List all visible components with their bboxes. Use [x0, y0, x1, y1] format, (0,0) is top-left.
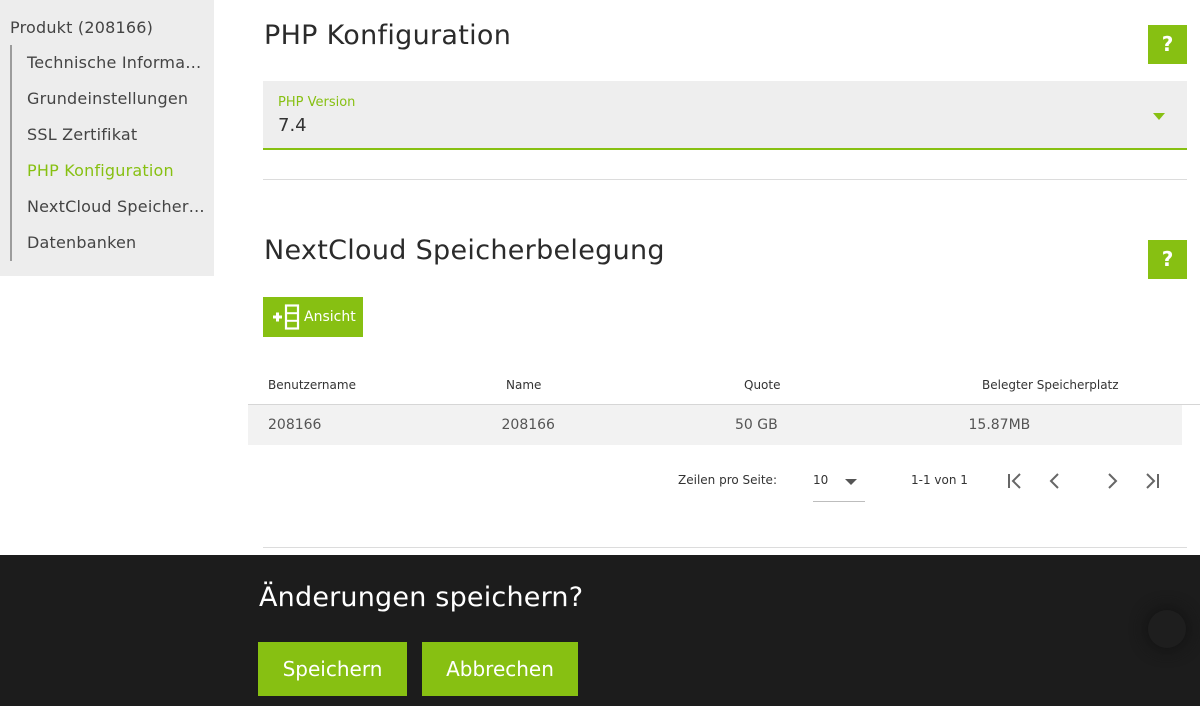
php-version-select[interactable]: PHP Version 7.4 — [263, 81, 1187, 150]
last-page-icon — [1146, 473, 1159, 489]
php-section-title: PHP Konfiguration — [264, 20, 512, 51]
view-button-label: Ansicht — [304, 309, 356, 325]
save-changes-title: Änderungen speichern? — [259, 582, 584, 613]
first-page-icon — [1008, 473, 1021, 489]
cell-benutzername: 208166 — [268, 417, 322, 433]
storage-table: Benutzername Name Quote Belegter Speiche… — [248, 365, 1200, 445]
column-header-belegter-speicherplatz[interactable]: Belegter Speicherplatz — [962, 378, 1200, 392]
last-page-button[interactable] — [1139, 469, 1163, 493]
sidebar-item-grundeinstellungen[interactable]: Grundeinstellungen — [12, 81, 206, 117]
chevron-left-icon — [1049, 473, 1059, 489]
cell-quote: 50 GB — [735, 417, 778, 433]
cell-belegter-speicherplatz: 15.87MB — [968, 417, 1031, 433]
column-header-quote[interactable]: Quote — [724, 378, 962, 392]
add-columns-icon — [273, 304, 301, 330]
nextcloud-section-title: NextCloud Speicherbelegung — [264, 235, 665, 266]
view-columns-button[interactable]: Ansicht — [263, 297, 363, 337]
sidebar-nav-list: Technische Informationen Grundeinstellun… — [10, 45, 206, 261]
sidebar: Produkt (208166) Technische Informatione… — [0, 0, 214, 276]
column-header-name[interactable]: Name — [486, 378, 724, 392]
section-divider — [263, 547, 1187, 548]
sidebar-item-technische-informationen[interactable]: Technische Informationen — [12, 45, 206, 81]
table-header: Benutzername Name Quote Belegter Speiche… — [248, 365, 1200, 405]
caret-down-icon — [1153, 113, 1165, 120]
sidebar-item-nextcloud-speicherbelegung[interactable]: NextCloud Speicherbelegung — [12, 189, 206, 225]
chevron-right-icon — [1108, 473, 1118, 489]
next-page-button[interactable] — [1100, 469, 1124, 493]
table-row[interactable]: 208166 208166 50 GB 15.87MB — [248, 405, 1182, 445]
first-page-button[interactable] — [1004, 469, 1028, 493]
section-divider — [263, 179, 1187, 180]
php-version-value: 7.4 — [278, 115, 307, 136]
php-version-label: PHP Version — [278, 95, 356, 110]
column-header-benutzername[interactable]: Benutzername — [248, 378, 486, 392]
nextcloud-help-button[interactable]: ? — [1148, 240, 1187, 279]
cancel-button[interactable]: Abbrechen — [422, 642, 578, 696]
pagination-range: 1-1 von 1 — [911, 473, 968, 487]
save-button[interactable]: Speichern — [258, 642, 407, 696]
rows-per-page-label: Zeilen pro Seite: — [678, 473, 777, 487]
sidebar-item-php-konfiguration[interactable]: PHP Konfiguration — [12, 153, 206, 189]
sidebar-item-datenbanken[interactable]: Datenbanken — [12, 225, 206, 261]
sidebar-title: Produkt (208166) — [10, 18, 154, 37]
previous-page-button[interactable] — [1043, 469, 1067, 493]
caret-down-icon — [845, 479, 857, 485]
rows-per-page-select[interactable]: 10 — [813, 464, 865, 502]
save-changes-bar: Änderungen speichern? Speichern Abbreche… — [0, 555, 1200, 706]
rows-per-page-value: 10 — [813, 473, 829, 487]
sidebar-item-ssl-zertifikat[interactable]: SSL Zertifikat — [12, 117, 206, 153]
php-help-button[interactable]: ? — [1148, 25, 1187, 64]
cell-name: 208166 — [501, 417, 555, 433]
obscured-help-button — [1148, 610, 1186, 648]
